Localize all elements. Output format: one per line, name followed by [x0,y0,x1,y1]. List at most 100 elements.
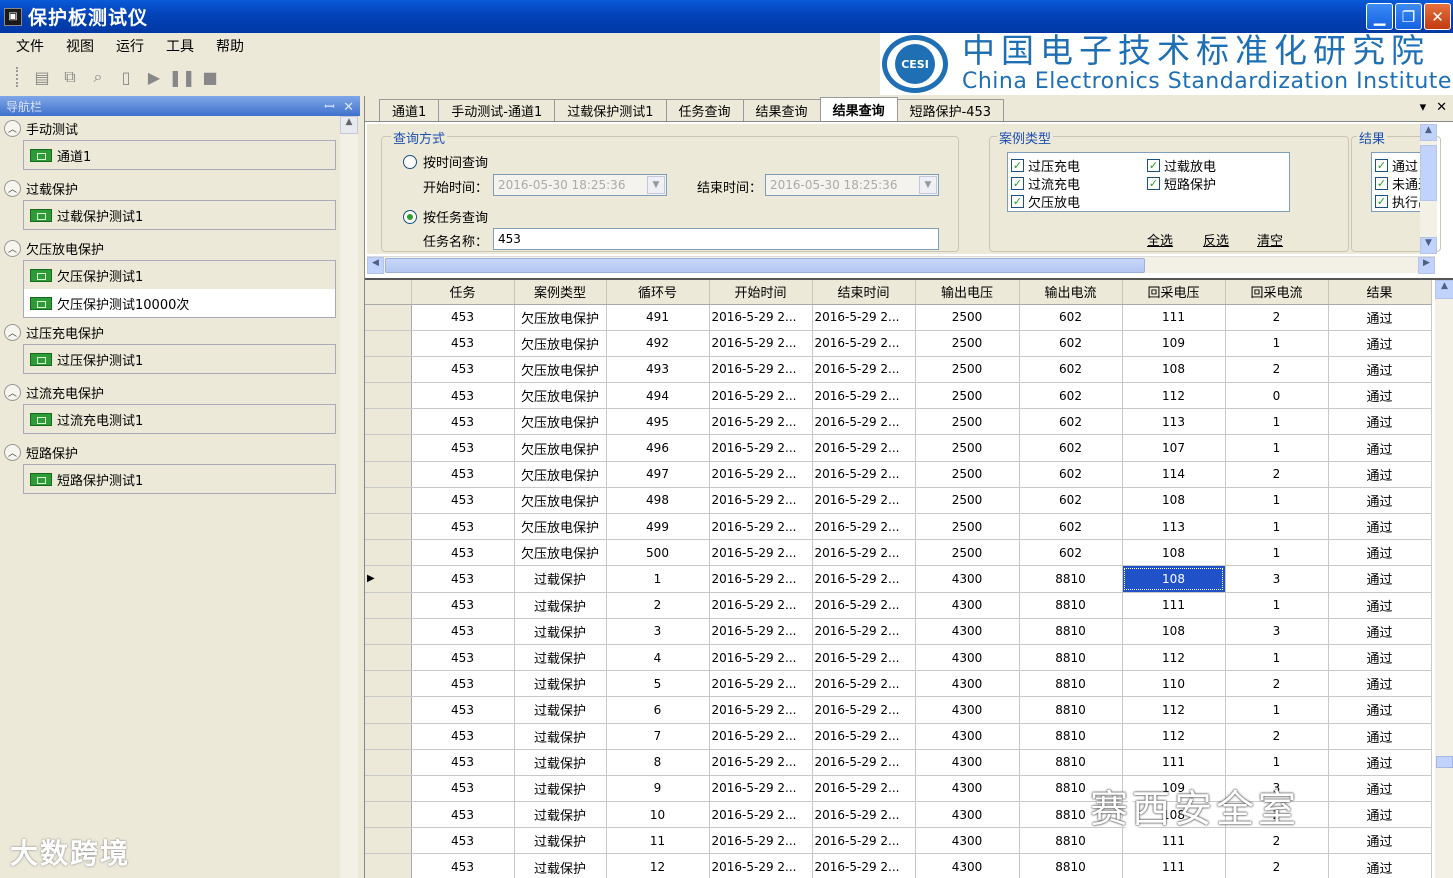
table-cell[interactable]: 2016-5-29 2... [709,749,813,776]
table-cell[interactable]: 过载保护 [514,749,607,776]
table-cell[interactable]: 109 [1122,330,1226,357]
column-header[interactable]: 结束时间 [812,280,916,305]
nav-item[interactable]: 过流充电测试1 [24,405,335,433]
table-cell[interactable]: 4300 [915,723,1020,750]
table-cell[interactable]: 2016-5-29 2... [812,461,916,488]
nav-group-header[interactable]: ︿ 短路保护 [0,440,360,464]
table-cell[interactable]: 8 [606,749,710,776]
column-header[interactable]: 案例类型 [514,280,607,305]
table-cell[interactable]: 通过 [1328,644,1432,672]
table-cell[interactable]: 112 [1122,644,1226,672]
table-row[interactable]: ▶ 453 过载保护 1 2016-5-29 2... 2016-5-29 2... 430… [365,565,1432,593]
toolbar-grip[interactable] [16,67,19,87]
table-cell[interactable]: 107 [1122,434,1226,462]
row-header[interactable] [365,644,412,672]
table-cell[interactable]: 108 [1122,565,1226,593]
table-cell[interactable]: 108 [1122,356,1226,384]
end-time-input[interactable]: 2016-05-30 18:25:36 ▼ [765,174,939,196]
row-header[interactable] [365,382,412,410]
table-row[interactable]: 453 过载保护 4 2016-5-29 2... 2016-5-29 2... 4300… [365,644,1432,672]
table-cell[interactable]: 1 [1225,749,1329,776]
table-cell[interactable]: 8810 [1019,723,1123,750]
table-cell[interactable]: 过载保护 [514,670,607,698]
table-cell[interactable]: 过载保护 [514,775,607,803]
table-row[interactable]: 453 过载保护 12 2016-5-29 2... 2016-5-29 2... 430… [365,853,1432,878]
table-cell[interactable]: 5 [606,670,710,698]
table-cell[interactable]: 3 [606,618,710,645]
table-cell[interactable]: 2016-5-29 2... [709,723,813,750]
table-cell[interactable]: 8810 [1019,644,1123,672]
table-cell[interactable]: 2016-5-29 2... [709,356,813,384]
table-cell[interactable]: 1 [606,565,710,593]
table-row[interactable]: 453 欠压放电保护 492 2016-5-29 2... 2016-5-29 2...… [365,330,1432,357]
chevron-up-icon[interactable]: ︿ [4,179,21,197]
table-cell[interactable]: 111 [1122,592,1226,619]
column-header[interactable]: 循环号 [606,280,710,305]
table-cell[interactable]: 通过 [1328,356,1432,384]
table-cell[interactable]: 112 [1122,382,1226,410]
table-row[interactable]: 453 欠压放电保护 495 2016-5-29 2... 2016-5-29 2...… [365,408,1432,436]
row-header[interactable] [365,434,412,462]
table-cell[interactable]: 602 [1019,539,1123,567]
table-cell[interactable]: 2 [1225,723,1329,750]
table-cell[interactable]: 通过 [1328,827,1432,855]
pin-icon[interactable]: ꟷ [324,100,335,115]
table-cell[interactable]: 493 [606,356,710,384]
row-header[interactable] [365,696,412,724]
table-row[interactable]: 453 过载保护 6 2016-5-29 2... 2016-5-29 2... 4300… [365,696,1432,724]
grid-vscrollbar[interactable]: ▲ [1435,280,1453,878]
column-header[interactable]: 输出电压 [915,280,1020,305]
table-cell[interactable]: 2016-5-29 2... [709,670,813,698]
table-cell[interactable]: 500 [606,539,710,567]
menu-tools[interactable]: 工具 [166,36,194,56]
table-cell[interactable]: 通过 [1328,565,1432,593]
table-cell[interactable]: 2500 [915,330,1020,357]
table-cell[interactable]: 过载保护 [514,827,607,855]
table-cell[interactable]: 1 [1225,539,1329,567]
table-cell[interactable]: 495 [606,408,710,436]
table-cell[interactable]: 通过 [1328,670,1432,698]
nav-group-header[interactable]: ︿ 过压充电保护 [0,320,360,344]
table-row[interactable]: 453 过载保护 8 2016-5-29 2... 2016-5-29 2... 4300… [365,749,1432,776]
row-header[interactable] [365,618,412,645]
row-header[interactable] [365,827,412,855]
table-cell[interactable]: 453 [411,382,515,410]
tab-manual-channel1[interactable]: 手动测试-通道1 [438,99,556,121]
table-cell[interactable]: 2 [1225,304,1329,331]
chevron-up-icon[interactable]: ︿ [4,383,21,401]
table-cell[interactable]: 113 [1122,513,1226,541]
table-cell[interactable]: 4300 [915,696,1020,724]
table-cell[interactable]: 2016-5-29 2... [709,330,813,357]
table-cell[interactable]: 112 [1122,696,1226,724]
table-cell[interactable]: 通过 [1328,330,1432,357]
table-cell[interactable]: 2016-5-29 2... [812,356,916,384]
table-cell[interactable]: 111 [1122,853,1226,878]
table-cell[interactable]: 453 [411,461,515,488]
table-cell[interactable]: 8810 [1019,565,1123,593]
row-header[interactable] [365,408,412,436]
table-cell[interactable]: 2 [1225,356,1329,384]
table-row[interactable]: 453 过载保护 7 2016-5-29 2... 2016-5-29 2... 4300… [365,723,1432,750]
tab-task-query[interactable]: 任务查询 [665,99,744,121]
table-cell[interactable]: 3 [1225,618,1329,645]
pause-icon[interactable]: ❚❚ [169,66,196,88]
column-header[interactable]: 任务 [411,280,515,305]
table-cell[interactable]: 欠压放电保护 [514,304,607,331]
table-cell[interactable]: 453 [411,696,515,724]
table-cell[interactable]: 2500 [915,513,1020,541]
table-cell[interactable]: 过载保护 [514,696,607,724]
table-cell[interactable]: 通过 [1328,592,1432,619]
table-cell[interactable]: 2016-5-29 2... [812,775,916,803]
table-cell[interactable]: 497 [606,461,710,488]
table-cell[interactable]: 453 [411,408,515,436]
table-cell[interactable]: 110 [1122,670,1226,698]
chevron-up-icon[interactable]: ︿ [4,323,21,341]
table-cell[interactable]: 4300 [915,618,1020,645]
table-cell[interactable]: 通过 [1328,434,1432,462]
checkbox-pass[interactable]: ✓ 通过 [1375,156,1418,175]
tab-channel1[interactable]: 通道1 [379,99,440,121]
table-cell[interactable]: 欠压放电保护 [514,434,607,462]
radio-by-time[interactable]: 按时间查询 [403,152,488,171]
table-cell[interactable]: 过载保护 [514,618,607,645]
table-cell[interactable]: 491 [606,304,710,331]
